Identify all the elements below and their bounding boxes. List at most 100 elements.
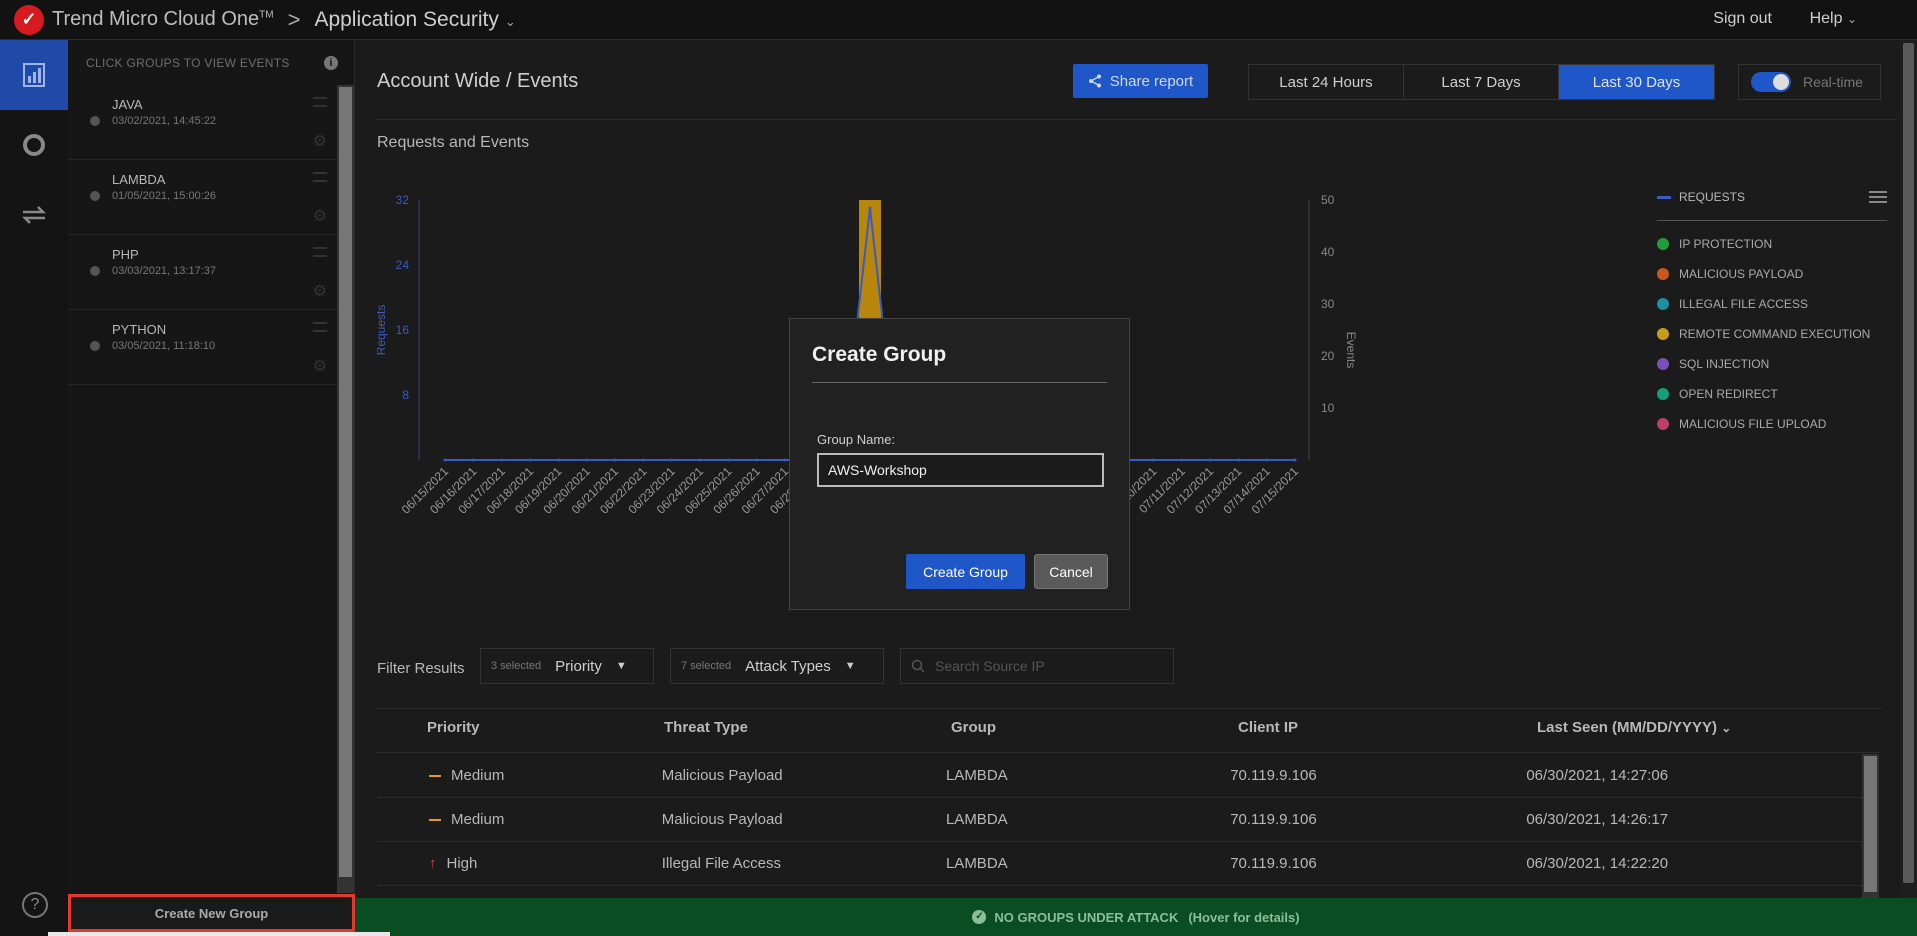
legend-item-requests[interactable]: REQUESTS: [1657, 190, 1745, 204]
scrollbar-thumb[interactable]: [1903, 43, 1914, 883]
gear-icon[interactable]: ⚙: [313, 206, 327, 226]
column-header-last-seen[interactable]: Last Seen (MM/DD/YYYY) ⌄: [1537, 719, 1881, 752]
chevron-down-icon: ⌄: [1846, 12, 1857, 26]
brand-name: Trend Micro Cloud OneTM: [52, 8, 274, 30]
group-name: PHP: [112, 247, 139, 262]
y2-tick-label: 20: [1321, 349, 1335, 363]
group-name-input[interactable]: [817, 453, 1104, 487]
group-item-python[interactable]: PYTHON 03/05/2021, 11:18:10 ⚙: [68, 310, 337, 385]
group-item-java[interactable]: JAVA 03/02/2021, 14:45:22 ⚙: [68, 85, 337, 160]
legend-item[interactable]: OPEN REDIRECT: [1657, 387, 1887, 401]
share-report-button[interactable]: Share report: [1073, 64, 1208, 98]
info-icon[interactable]: i: [324, 55, 338, 70]
requests-point: [641, 458, 645, 462]
search-source-ip-input[interactable]: Search Source IP: [900, 648, 1174, 684]
drag-handle-icon[interactable]: [313, 172, 327, 182]
groups-panel: CLICK GROUPS TO VIEW EVENTS i JAVA 03/02…: [68, 40, 355, 898]
cancel-button[interactable]: Cancel: [1034, 554, 1108, 589]
requests-point: [670, 458, 674, 462]
help-circle-icon[interactable]: ?: [22, 892, 48, 918]
line-swatch: [1657, 196, 1671, 200]
drag-handle-icon[interactable]: [313, 247, 327, 257]
group-item-lambda[interactable]: LAMBDA 01/05/2021, 15:00:26 ⚙: [68, 160, 337, 235]
nav-policies[interactable]: [0, 110, 68, 180]
drag-handle-icon[interactable]: [313, 322, 327, 332]
requests-point: [443, 458, 447, 462]
column-header-threat-type[interactable]: Threat Type: [664, 719, 951, 752]
y2-tick-label: 40: [1321, 245, 1335, 259]
requests-point: [868, 206, 872, 210]
y2-tick-label: 50: [1321, 193, 1335, 207]
legend-item[interactable]: IP PROTECTION: [1657, 237, 1887, 251]
group-name-label: Group Name:: [817, 432, 896, 447]
sort-chevron-down-icon: ⌄: [1721, 721, 1732, 735]
group-date: 01/05/2021, 15:00:26: [112, 190, 216, 202]
range-last-7-days[interactable]: Last 7 Days: [1404, 65, 1559, 99]
legend-item[interactable]: REMOTE COMMAND EXECUTION: [1657, 327, 1887, 341]
legend-dot: [1657, 418, 1669, 430]
group-item-php[interactable]: PHP 03/03/2021, 13:17:37 ⚙: [68, 235, 337, 310]
app-switcher[interactable]: Application Security ⌄: [314, 8, 515, 32]
table-row[interactable]: Medium Malicious Payload LAMBDA 70.119.9…: [377, 798, 1867, 842]
dialog-title: Create Group: [812, 343, 947, 366]
legend-item[interactable]: MALICIOUS FILE UPLOAD: [1657, 417, 1887, 431]
scrollbar-thumb[interactable]: [1864, 756, 1877, 892]
legend-item[interactable]: MALICIOUS PAYLOAD: [1657, 267, 1887, 281]
drag-handle-icon[interactable]: [313, 97, 327, 107]
requests-point: [528, 458, 532, 462]
table-row[interactable]: ↑ High Illegal File Access LAMBDA 70.119.…: [377, 842, 1867, 886]
range-last-24-hours[interactable]: Last 24 Hours: [1249, 65, 1404, 99]
time-range-selector: Last 24 Hours Last 7 Days Last 30 Days: [1248, 64, 1715, 100]
requests-point: [1293, 458, 1297, 462]
status-dot: [90, 191, 100, 201]
create-group-dialog: Create Group Group Name: Create Group Ca…: [789, 318, 1130, 610]
gear-icon[interactable]: ⚙: [313, 356, 327, 376]
main-content: Account Wide / Events Share report Last …: [355, 40, 1917, 898]
table-scrollbar[interactable]: [1862, 754, 1879, 898]
nav-dashboard[interactable]: [0, 40, 68, 110]
events-table-header: Priority Threat Type Group Client IP Las…: [377, 719, 1881, 753]
table-row[interactable]: Medium Malicious Payload LAMBDA 70.119.9…: [377, 754, 1867, 798]
column-header-group[interactable]: Group: [951, 719, 1238, 752]
page-scrollbar[interactable]: [1900, 40, 1917, 898]
status-dot: [90, 116, 100, 126]
nav-sync[interactable]: [0, 180, 68, 250]
sign-out-link[interactable]: Sign out: [1713, 10, 1772, 28]
attack-status-bar[interactable]: ✓ NO GROUPS UNDER ATTACK (Hover for deta…: [355, 898, 1917, 936]
groups-scrollbar[interactable]: [337, 85, 354, 893]
status-dot: [90, 341, 100, 351]
chevron-down-icon: ⌄: [504, 13, 516, 29]
column-header-priority[interactable]: Priority: [377, 719, 664, 752]
column-header-client-ip[interactable]: Client IP: [1238, 719, 1537, 752]
legend-dot: [1657, 298, 1669, 310]
dashboard-icon: [23, 63, 45, 87]
group-name: PYTHON: [112, 322, 167, 337]
legend-item[interactable]: ILLEGAL FILE ACCESS: [1657, 297, 1887, 311]
group-name: LAMBDA: [112, 172, 166, 187]
breadcrumb-separator: >: [287, 6, 301, 32]
toggle-switch[interactable]: [1751, 72, 1791, 92]
group-date: 03/03/2021, 13:17:37: [112, 265, 216, 277]
trend-micro-logo[interactable]: ✓: [14, 4, 44, 35]
gear-icon[interactable]: ⚙: [313, 131, 327, 151]
create-new-group-button[interactable]: Create New Group: [68, 894, 355, 932]
range-last-30-days[interactable]: Last 30 Days: [1559, 65, 1714, 99]
chevron-down-icon: ▼: [844, 660, 856, 672]
scrollbar-thumb[interactable]: [339, 87, 352, 877]
divider: [812, 382, 1107, 383]
attack-types-filter-select[interactable]: 7 selected Attack Types ▼: [670, 648, 884, 684]
help-menu[interactable]: Help ⌄: [1810, 10, 1857, 28]
legend-item[interactable]: SQL INJECTION: [1657, 357, 1887, 371]
chevron-down-icon: ▼: [615, 660, 627, 672]
requests-point: [1236, 458, 1240, 462]
chart-legend: REQUESTS IP PROTECTION MALICIOUS PAYLOAD…: [1657, 190, 1887, 431]
realtime-toggle[interactable]: Real-time: [1738, 64, 1881, 100]
requests-point: [1208, 458, 1212, 462]
gear-icon[interactable]: ⚙: [313, 281, 327, 301]
create-group-button[interactable]: Create Group: [906, 554, 1025, 589]
hamburger-menu-icon[interactable]: [1869, 191, 1887, 203]
y2-axis-title: Events: [1344, 332, 1358, 369]
requests-point: [1265, 458, 1269, 462]
priority-filter-select[interactable]: 3 selected Priority ▼: [480, 648, 654, 684]
y-tick-label: 24: [396, 258, 410, 272]
